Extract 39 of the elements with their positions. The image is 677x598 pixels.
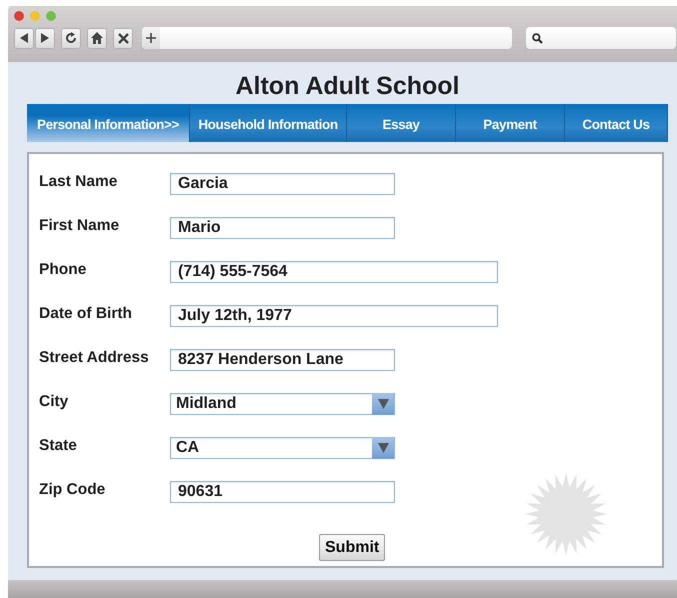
text-field[interactable]: 90631 <box>170 481 395 503</box>
nav-tab[interactable]: Essay <box>347 104 456 142</box>
dropdown-arrow-icon[interactable] <box>378 443 388 453</box>
forward-button[interactable] <box>35 28 55 48</box>
close-icon[interactable] <box>14 11 24 21</box>
home-button[interactable] <box>87 28 107 48</box>
field-label: Zip Code <box>39 481 106 499</box>
field-label: State <box>39 437 78 455</box>
dropdown-arrow-icon[interactable] <box>378 399 388 409</box>
close-icon <box>118 32 128 44</box>
submit-button[interactable]: Submit <box>319 534 386 561</box>
address-field[interactable] <box>142 27 512 49</box>
nav-tab[interactable]: Contact Us <box>565 104 668 142</box>
text-field[interactable]: Garcia <box>170 173 395 195</box>
text-field[interactable]: (714) 555-7564 <box>170 261 498 283</box>
field-label: Last Name <box>39 173 118 191</box>
stop-button[interactable] <box>113 28 133 48</box>
text-field[interactable]: 8237 Henderson Lane <box>170 349 395 371</box>
text-field[interactable]: Mario <box>170 217 395 239</box>
field-label: Street Address <box>39 349 150 367</box>
text-field[interactable]: July 12th, 1977 <box>170 305 498 327</box>
nav-tab[interactable]: Household Information <box>190 104 347 142</box>
search-field[interactable] <box>526 27 676 49</box>
site-title: Alton Adult School <box>234 72 461 102</box>
home-icon <box>91 32 103 44</box>
field-label: City <box>39 393 70 411</box>
back-icon <box>19 33 29 43</box>
nav-tab[interactable]: Payment <box>456 104 565 142</box>
dropdown-field[interactable]: CA <box>170 437 395 459</box>
field-label: Date of Birth <box>39 305 133 323</box>
field-label: First Name <box>39 217 120 235</box>
plus-icon[interactable] <box>146 33 156 43</box>
back-button[interactable] <box>14 28 34 48</box>
forward-icon <box>40 33 50 43</box>
reload-button[interactable] <box>61 28 81 48</box>
search-icon <box>532 32 543 44</box>
field-label: Phone <box>39 261 88 279</box>
dropdown-field[interactable]: Midland <box>170 393 395 415</box>
reload-icon <box>65 32 77 44</box>
